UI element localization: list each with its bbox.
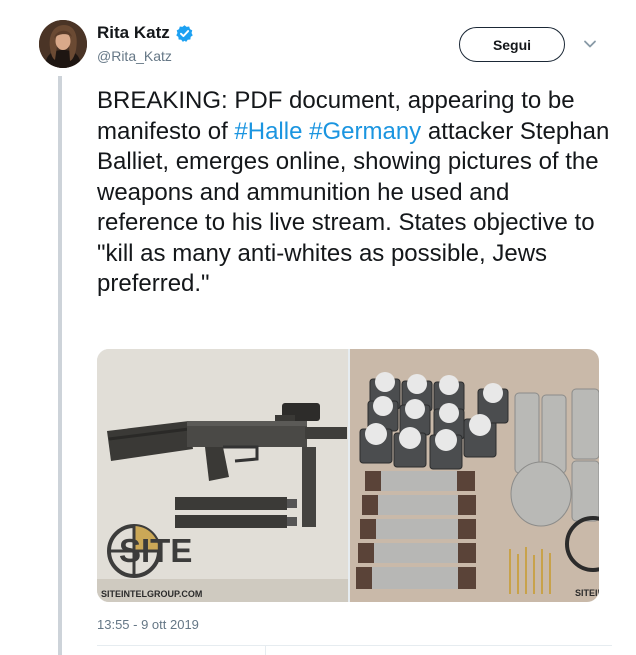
author-block: Rita Katz @Rita_Katz bbox=[97, 23, 194, 64]
avatar[interactable] bbox=[39, 20, 87, 68]
verified-badge-icon bbox=[175, 24, 194, 43]
photo-weapon[interactable]: SITE SITEINTELGROUP.COM bbox=[97, 349, 348, 602]
watermark-caption: SITEINTELGROUP.COM bbox=[101, 589, 202, 599]
divider-tick bbox=[265, 645, 266, 655]
follow-button[interactable]: Segui bbox=[459, 27, 565, 62]
hashtag-link-halle[interactable]: #Halle bbox=[234, 118, 302, 145]
timestamp[interactable]: 13:55 - 9 ott 2019 bbox=[97, 617, 199, 632]
site-logo-left: SITE bbox=[107, 524, 192, 578]
divider bbox=[97, 645, 612, 646]
media-grid: SITE SITEINTELGROUP.COM SITEI bbox=[97, 349, 599, 602]
svg-text:SITE: SITE bbox=[119, 532, 192, 569]
handle[interactable]: @Rita_Katz bbox=[97, 48, 194, 64]
avatar-image bbox=[39, 20, 87, 68]
chevron-down-icon[interactable] bbox=[582, 38, 598, 50]
tweet-text: BREAKING: PDF document, appearing to be … bbox=[97, 86, 612, 300]
thread-line bbox=[58, 76, 62, 655]
display-name[interactable]: Rita Katz bbox=[97, 23, 170, 43]
photo-devices[interactable]: SITEIN bbox=[350, 349, 599, 602]
hashtag-link-germany[interactable]: #Germany bbox=[309, 118, 421, 145]
watermark-caption-right: SITEIN bbox=[575, 588, 599, 598]
